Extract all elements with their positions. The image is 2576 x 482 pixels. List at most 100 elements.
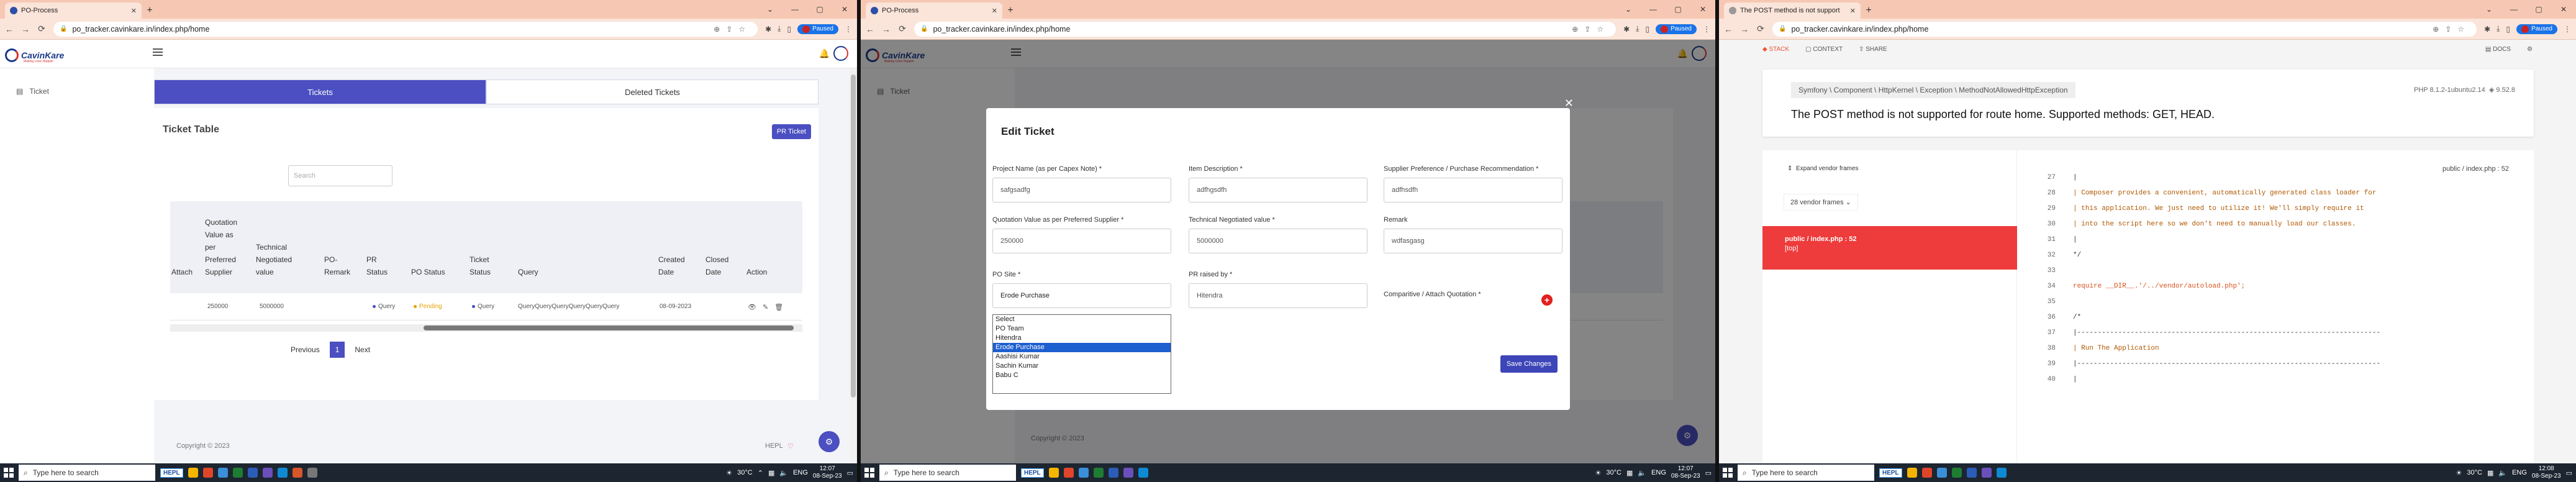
word-icon[interactable]: [1108, 468, 1118, 478]
col-query[interactable]: Query: [518, 266, 549, 278]
sidebar-item-ticket[interactable]: ▤ Ticket: [16, 87, 49, 96]
quotation-input[interactable]: 250000: [992, 229, 1171, 253]
download-icon[interactable]: ⤓: [2497, 24, 2500, 34]
menu-icon[interactable]: ⋮: [1703, 25, 1710, 34]
firefox-icon[interactable]: [202, 468, 213, 478]
tab-stack[interactable]: ◆ STACK: [1762, 46, 1789, 53]
browser-tab[interactable]: PO-Process ✕: [866, 2, 1002, 19]
close-tab-icon[interactable]: ✕: [131, 7, 137, 15]
close-tab-icon[interactable]: ✕: [1850, 7, 1856, 15]
forward-icon[interactable]: →: [21, 24, 30, 34]
extension-icon[interactable]: ✱: [1623, 25, 1630, 34]
forward-icon[interactable]: →: [882, 24, 891, 34]
view-icon[interactable]: 👁: [748, 304, 763, 311]
gear-icon[interactable]: ⚙: [2527, 46, 2533, 53]
dropdown-option[interactable]: Aashisi Kumar: [993, 352, 1171, 362]
edge-icon[interactable]: [277, 468, 288, 478]
notification-center-icon[interactable]: ▭: [847, 469, 853, 477]
excel-icon[interactable]: [1093, 468, 1104, 478]
volume-icon[interactable]: 🔈: [1638, 469, 1646, 477]
col-quotation[interactable]: Quotation Value as per Preferred Supplie…: [205, 216, 245, 278]
menu-icon[interactable]: ⋮: [2564, 25, 2571, 34]
download-icon[interactable]: ⤓: [778, 24, 781, 34]
teams-icon[interactable]: [262, 468, 273, 478]
network-icon[interactable]: ▦: [2487, 469, 2493, 477]
dropdown-option[interactable]: Hitendra: [993, 334, 1171, 343]
url-field[interactable]: 🔒 po_tracker.cavinkare.in/index.php/home ⊕…: [53, 21, 758, 37]
url-actions-icon[interactable]: ⊕⇪☆: [714, 25, 751, 34]
close-window-icon[interactable]: ✕: [832, 5, 857, 14]
hepl-app-icon[interactable]: HEPL: [1879, 468, 1902, 478]
previous-button[interactable]: Previous: [284, 342, 326, 358]
notification-center-icon[interactable]: ▭: [2566, 469, 2572, 477]
clock[interactable]: 12:08 08-Sep-23: [2532, 465, 2561, 480]
close-window-icon[interactable]: ✕: [1690, 5, 1715, 14]
minimize-icon[interactable]: —: [782, 5, 807, 14]
notification-icon[interactable]: 🔔: [819, 48, 830, 59]
col-pr-status[interactable]: PR Status: [366, 253, 391, 278]
volume-icon[interactable]: 🔈: [779, 469, 788, 477]
col-action[interactable]: Action: [746, 266, 784, 278]
search-input[interactable]: Search: [288, 165, 392, 186]
download-icon[interactable]: ⤓: [1636, 24, 1639, 34]
chevron-down-icon[interactable]: ⌄: [758, 5, 782, 14]
browser-tab[interactable]: PO-Process ✕: [5, 2, 142, 19]
item-description-input[interactable]: adfhgsdfh: [1189, 178, 1367, 202]
next-button[interactable]: Next: [348, 342, 376, 358]
settings-fab-button[interactable]: ⚙: [819, 431, 840, 452]
active-frame[interactable]: public / index.php : 52 [top]: [1762, 226, 2017, 270]
maximize-icon[interactable]: ▢: [807, 5, 832, 14]
dropdown-option[interactable]: Select: [993, 315, 1171, 324]
explorer-icon[interactable]: [1048, 468, 1059, 478]
chrome-icon[interactable]: [1078, 468, 1089, 478]
profile-button[interactable]: Paused: [797, 24, 838, 34]
save-changes-button[interactable]: Save Changes: [1500, 355, 1558, 373]
volume-icon[interactable]: 🔈: [2498, 469, 2507, 477]
profile-button[interactable]: Paused: [2516, 24, 2557, 34]
col-attach[interactable]: Attach: [171, 266, 202, 278]
reload-icon[interactable]: ⟳: [1756, 24, 1765, 34]
sidepanel-icon[interactable]: ▯: [1645, 25, 1649, 34]
modal-backdrop[interactable]: ✕ Edit Ticket Project Name (as per Capex…: [861, 40, 1715, 463]
back-icon[interactable]: ←: [1724, 24, 1733, 34]
sidepanel-icon[interactable]: ▯: [787, 25, 791, 34]
dropdown-option[interactable]: Sachin Kumar: [993, 362, 1171, 371]
teams-icon[interactable]: [1123, 468, 1133, 478]
chevron-down-icon[interactable]: ⌄: [1616, 5, 1641, 14]
tab-tickets[interactable]: Tickets: [154, 80, 486, 104]
supplier-input[interactable]: adfhsdfh: [1384, 178, 1562, 202]
network-icon[interactable]: ▦: [1626, 469, 1633, 477]
back-icon[interactable]: ←: [5, 24, 14, 34]
delete-icon[interactable]: 🗑: [774, 304, 789, 311]
hepl-app-icon[interactable]: HEPL: [1021, 468, 1044, 478]
col-technical[interactable]: Technical Negotiated value: [256, 241, 306, 278]
firefox-icon[interactable]: [1921, 468, 1932, 478]
edge-icon[interactable]: [1138, 468, 1148, 478]
reload-icon[interactable]: ⟳: [37, 24, 46, 34]
user-avatar[interactable]: [833, 46, 848, 61]
browser-tab[interactable]: The POST method is not support ✕: [1724, 2, 1861, 19]
clock[interactable]: 12:07 08-Sep-23: [813, 465, 842, 480]
close-tab-icon[interactable]: ✕: [992, 7, 997, 15]
windows-start-icon[interactable]: [1723, 468, 1733, 478]
notification-center-icon[interactable]: ▭: [1705, 469, 1712, 477]
url-field[interactable]: 🔒 po_tracker.cavinkare.in/index.php/home ⊕…: [1772, 21, 2477, 37]
excel-icon[interactable]: [232, 468, 243, 478]
col-ticket-status[interactable]: Ticket Status: [469, 253, 501, 278]
dropdown-option[interactable]: PO Team: [993, 324, 1171, 334]
word-icon[interactable]: [247, 468, 258, 478]
add-attachment-icon[interactable]: +: [1541, 294, 1553, 306]
pr-raised-by-input[interactable]: Hitendra: [1189, 283, 1367, 308]
new-tab-button[interactable]: +: [1002, 2, 1018, 19]
maximize-icon[interactable]: ▢: [1666, 5, 1690, 14]
project-name-input[interactable]: safgsadfg: [992, 178, 1171, 202]
close-window-icon[interactable]: ✕: [2551, 5, 2576, 14]
url-actions-icon[interactable]: ⊕⇪☆: [2433, 25, 2470, 34]
clock[interactable]: 12:07 08-Sep-23: [1671, 465, 1700, 480]
excel-icon[interactable]: [1951, 468, 1962, 478]
col-po-remark[interactable]: PO-Remark: [324, 253, 350, 278]
pr-ticket-button[interactable]: PR Ticket: [771, 124, 811, 139]
expand-vendor-frames[interactable]: ⇕ Expand vendor frames: [1787, 165, 1859, 172]
dropdown-option-selected[interactable]: Erode Purchase: [993, 343, 1171, 352]
edge-icon[interactable]: [1996, 468, 2007, 478]
